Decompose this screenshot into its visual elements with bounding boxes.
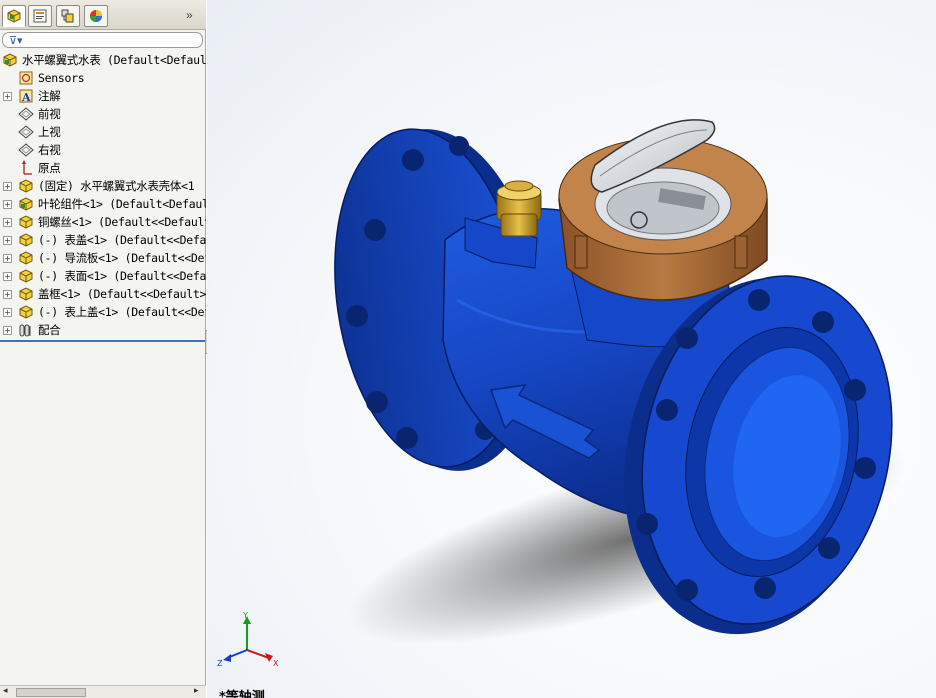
tree-item-label: (-) 表上盖<1> (Default<<Def (38, 305, 206, 319)
scroll-left-icon[interactable]: ◂ (3, 686, 8, 696)
tree-item[interactable]: + 盖框<1> (Default<<Default>_ (0, 285, 206, 303)
feature-manager-tab[interactable] (2, 5, 26, 27)
tree-item-label: 配合 (38, 323, 61, 337)
tree-item-label: (-) 表面<1> (Default<<Defau (38, 269, 206, 283)
tree-item[interactable]: + (固定) 水平螺翼式水表壳体<1 (0, 177, 206, 195)
tree-item-label: 上视 (38, 125, 61, 139)
tree-filter[interactable]: ⊽▾ (2, 32, 203, 48)
configuration-manager-icon (61, 9, 74, 23)
tree-item[interactable]: 上视 (0, 123, 206, 141)
expand-toggle-icon[interactable]: + (3, 218, 12, 227)
component-icon (19, 215, 33, 229)
tree-item[interactable]: + 叶轮组件<1> (Default<Defaul (0, 195, 206, 213)
tree-item[interactable]: 右视 (0, 141, 206, 159)
expand-toggle-icon[interactable]: + (3, 92, 12, 101)
expand-toggle-icon[interactable]: + (3, 290, 12, 299)
expand-toggle-icon[interactable]: + (3, 272, 12, 281)
subassembly-icon (19, 197, 33, 211)
tree-item[interactable]: + (-) 表盖<1> (Default<<Defau (0, 231, 206, 249)
view-orientation-label: *等轴测 (219, 690, 265, 698)
component-icon (19, 305, 33, 319)
triad-y-label: Y (242, 612, 248, 620)
component-icon (19, 287, 33, 301)
triad-x-label: X (273, 659, 279, 668)
property-manager-tab[interactable] (28, 5, 52, 27)
tree-item[interactable]: + 配合 (0, 321, 206, 339)
expand-toggle-icon[interactable]: + (3, 200, 12, 209)
plane-icon (18, 107, 34, 121)
expand-toggle-icon[interactable]: + (3, 182, 12, 191)
tree-item-label: 盖框<1> (Default<<Default>_ (38, 287, 206, 301)
tree-item[interactable]: + (-) 表上盖<1> (Default<<Def (0, 303, 206, 321)
tree-item-label: (-) 导流板<1> (Default<<Def (38, 251, 206, 265)
tree-item[interactable]: + (-) 导流板<1> (Default<<Def (0, 249, 206, 267)
mates-icon (19, 324, 31, 337)
water-meter-model[interactable] (207, 0, 936, 698)
tree-item-label: 注解 (38, 89, 61, 103)
tree-item-label: 前视 (38, 107, 61, 121)
feature-tree: 水平螺翼式水表 (Default<Default Sensors + A 注解前视上视右… (0, 51, 206, 339)
graphics-area[interactable]: Y X Z *等轴测 (207, 0, 936, 698)
tree-item[interactable]: + A 注解 (0, 87, 206, 105)
panel-tab-bar: » (0, 0, 206, 30)
expand-toggle-icon[interactable]: + (3, 308, 12, 317)
scroll-right-icon[interactable]: ▸ (194, 686, 199, 696)
reference-triad: Y X Z (217, 612, 279, 668)
scrollbar-thumb[interactable] (16, 688, 86, 697)
plane-icon (18, 125, 34, 139)
feature-manager-icon (7, 9, 21, 23)
property-manager-icon (33, 9, 47, 23)
component-icon (19, 233, 33, 247)
tree-item-label: 右视 (38, 143, 61, 157)
feature-manager-panel: » ⊽▾ 水平螺翼式水表 (Default<Default Sensors + A 注解… (0, 0, 206, 698)
tree-item-label: 水平螺翼式水表 (Default<Default (22, 53, 206, 67)
expand-toggle-icon[interactable]: + (3, 326, 12, 335)
display-manager-icon (90, 10, 102, 22)
origin-icon (22, 160, 32, 175)
tree-item[interactable]: 前视 (0, 105, 206, 123)
tree-item-label: 叶轮组件<1> (Default<Defaul (38, 197, 206, 211)
tree-item[interactable]: 原点 (0, 159, 206, 177)
component-icon (19, 179, 33, 193)
sensors-icon (19, 71, 33, 85)
tree-item-label: (-) 表盖<1> (Default<<Defau (38, 233, 206, 247)
tree-item-label: 铜螺丝<1> (Default<<Default (38, 215, 206, 229)
rollback-bar[interactable] (0, 340, 206, 342)
tree-item[interactable]: 水平螺翼式水表 (Default<Default (0, 51, 206, 69)
tree-item-label: Sensors (38, 71, 85, 85)
tree-item[interactable]: + (-) 表面<1> (Default<<Defau (0, 267, 206, 285)
annotations-icon: A (19, 89, 33, 104)
filter-icon: ⊽▾ (9, 34, 23, 47)
tree-item[interactable]: + 铜螺丝<1> (Default<<Default (0, 213, 206, 231)
expand-toggle-icon[interactable]: + (3, 254, 12, 263)
horizontal-scrollbar[interactable]: ◂ ▸ (0, 685, 206, 698)
configuration-manager-tab[interactable] (56, 5, 80, 27)
plane-icon (18, 143, 34, 157)
svg-text:A: A (21, 91, 31, 104)
tree-item-label: 原点 (38, 161, 61, 175)
panel-expand-button[interactable]: » (186, 8, 193, 22)
triad-z-label: Z (217, 659, 223, 668)
component-icon (19, 251, 33, 265)
tree-item[interactable]: Sensors (0, 69, 206, 87)
display-manager-tab[interactable] (84, 5, 108, 27)
expand-toggle-icon[interactable]: + (3, 236, 12, 245)
brass-plug (496, 180, 542, 237)
component-icon (19, 269, 33, 283)
assembly-icon (3, 53, 17, 67)
tree-item-label: (固定) 水平螺翼式水表壳体<1 (38, 179, 195, 193)
